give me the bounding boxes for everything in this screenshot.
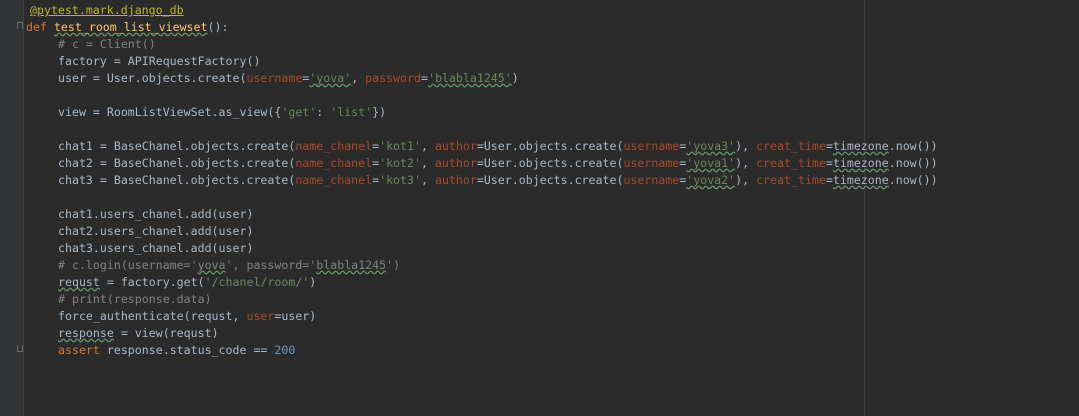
code-text: user = User.objects.create(	[58, 71, 247, 85]
code-line: chat3 = BaseChanel.objects.create(name_c…	[58, 173, 938, 187]
keyword-token: assert	[58, 343, 100, 357]
code-text: = view(requst)	[113, 326, 219, 340]
code-text: chat1.users_chanel.add(user)	[58, 207, 254, 221]
code-line: response = view(requst)	[30, 325, 219, 342]
code-text: response	[58, 326, 114, 340]
code-text: response.status_code ==	[99, 343, 275, 357]
code-text: })	[372, 105, 387, 119]
code-text: .now())	[888, 156, 938, 170]
code-line: @pytest.mark.django_db	[30, 2, 184, 19]
code-text: timezone	[832, 139, 889, 153]
param-token: name_chanel	[295, 173, 373, 187]
comment-token: blabla1245	[316, 258, 387, 272]
editor-gutter	[0, 0, 24, 416]
param-token: name_chanel	[295, 139, 373, 153]
fold-end-icon[interactable]	[17, 345, 23, 352]
code-line: # c.login(username='yova', password='bla…	[30, 257, 400, 274]
param-token: creat_time	[756, 173, 826, 187]
code-line: chat1 = BaseChanel.objects.create(name_c…	[58, 139, 938, 153]
comment-token: # c = Client()	[58, 37, 156, 51]
code-line: view = RoomListViewSet.as_view({'get': '…	[30, 104, 386, 121]
code-line: force_authenticate(requst, user=user)	[30, 308, 316, 325]
string-token: 'list'	[330, 105, 373, 119]
code-line: # c = Client()	[30, 36, 156, 53]
code-line: user = User.objects.create(username = 'yov…	[30, 70, 519, 87]
string-token: 'yova'	[309, 71, 352, 85]
comment-token: yova	[197, 258, 226, 272]
param-token: creat_time	[756, 156, 826, 170]
code-text: =	[421, 71, 428, 85]
code-text: User.objects.create(	[483, 173, 624, 187]
string-token: 'kot3'	[379, 173, 421, 187]
string-token: 'kot1'	[379, 139, 421, 153]
code-text: User.objects.create(	[483, 156, 624, 170]
code-line: chat2.users_chanel.add(user)	[30, 223, 253, 240]
code-text: :	[316, 105, 331, 119]
code-text: chat1 = BaseChanel.objects.create(	[58, 139, 296, 153]
param-token: author	[434, 139, 477, 153]
code-line: factory = APIRequestFactory()	[30, 53, 260, 70]
code-text: ),	[735, 173, 757, 187]
param-token: author	[434, 156, 477, 170]
code-text: .now())	[888, 139, 938, 153]
param-token: creat_time	[756, 139, 826, 153]
code-text: ),	[735, 139, 757, 153]
param-token: author	[434, 173, 477, 187]
code-text: = factory.get(	[99, 275, 205, 289]
param-token: username	[623, 156, 680, 170]
param-token: username	[623, 139, 680, 153]
code-text: factory = APIRequestFactory()	[58, 54, 261, 68]
code-text: chat3 = BaseChanel.objects.create(	[58, 173, 296, 187]
param-token: username	[623, 173, 680, 187]
comment-token: # c.login(username='	[58, 258, 198, 272]
code-text: chat2 = BaseChanel.objects.create(	[58, 156, 296, 170]
comment-token: ')	[386, 258, 401, 272]
string-token: 'yova2'	[686, 173, 736, 187]
decorator-token: @pytest.mark.django_db	[30, 3, 184, 17]
code-text: User.objects.create(	[483, 139, 624, 153]
comment-token: # print(response.data)	[58, 292, 212, 306]
code-text: .now())	[888, 173, 938, 187]
keyword-token: def	[26, 20, 47, 34]
code-text: timezone	[832, 173, 889, 187]
comment-token: ', password='	[225, 258, 317, 272]
string-token: 'yova1'	[686, 156, 736, 170]
code-line: def test_room_list_viewset():	[26, 19, 228, 36]
string-token: 'blabla1245'	[427, 71, 512, 85]
param-token: password	[365, 71, 421, 85]
code-text: chat3.users_chanel.add(user)	[58, 241, 254, 255]
code-text: ,	[351, 71, 366, 85]
code-line: requst = factory.get('/chanel/room/')	[30, 274, 316, 291]
code-line: chat2 = BaseChanel.objects.create(name_c…	[58, 156, 938, 170]
code-text: chat2.users_chanel.add(user)	[58, 224, 254, 238]
code-line: chat1.users_chanel.add(user)	[30, 206, 253, 223]
code-text: )	[511, 71, 519, 85]
code-line: chat3.users_chanel.add(user)	[30, 240, 253, 257]
function-name-token: test_room_list_viewset	[53, 20, 208, 34]
code-text: timezone	[832, 156, 889, 170]
param-token: user	[246, 309, 275, 323]
number-token: 200	[274, 343, 296, 357]
string-token: '/chanel/room/'	[204, 275, 310, 289]
right-margin-guide	[864, 0, 865, 416]
code-line: # print(response.data)	[30, 291, 212, 308]
param-token: username	[246, 71, 303, 85]
code-text: )	[309, 275, 317, 289]
code-text: force_authenticate(requst,	[58, 309, 247, 323]
code-line: assert response.status_code == 200	[30, 342, 295, 359]
code-editor[interactable]: @pytest.mark.django_db def test_room_lis…	[0, 0, 1079, 416]
string-token: 'kot2'	[379, 156, 421, 170]
code-text: requst	[58, 275, 100, 289]
code-text: =user)	[274, 309, 317, 323]
string-token: 'yova3'	[686, 139, 736, 153]
string-token: 'get'	[281, 105, 317, 119]
param-token: name_chanel	[295, 156, 373, 170]
code-text: view = RoomListViewSet.as_view({	[58, 105, 282, 119]
code-text: ():	[207, 20, 229, 34]
code-text: ),	[735, 156, 757, 170]
fold-start-icon[interactable]	[17, 22, 23, 29]
